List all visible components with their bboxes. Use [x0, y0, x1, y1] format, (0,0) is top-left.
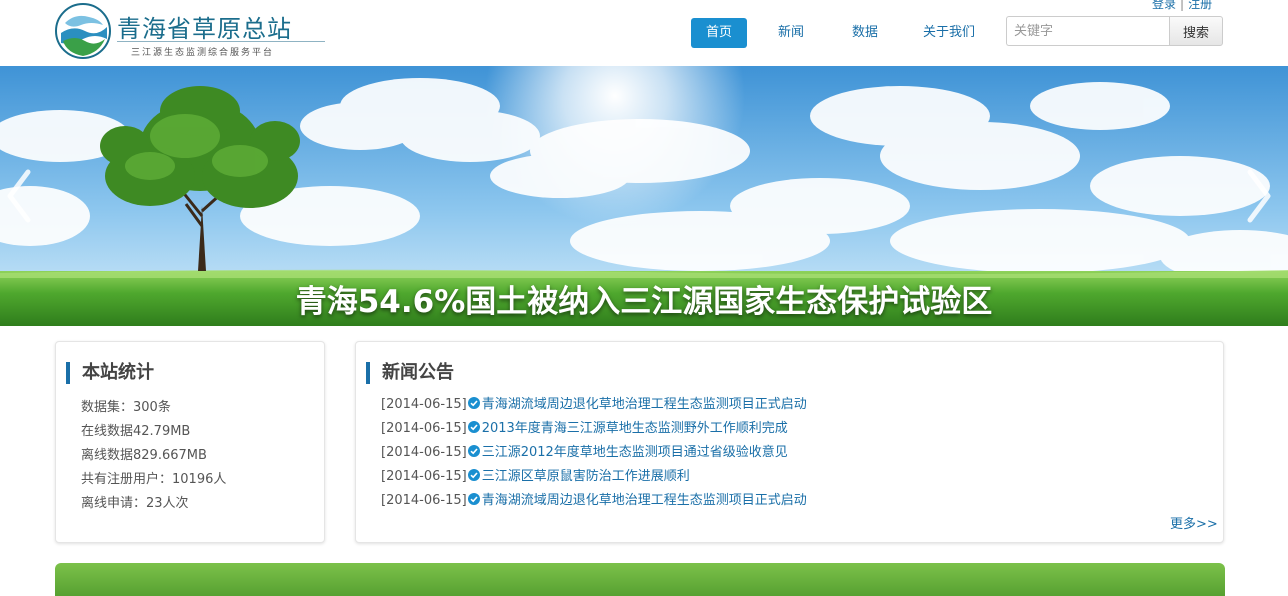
more-news-link[interactable]: 更多>> — [1170, 513, 1218, 532]
logo-subtitle: 三江源生态监测综合服务平台 — [131, 48, 275, 58]
nav-item-about[interactable]: 关于我们 — [913, 18, 985, 48]
news-list-item: [2014-06-15] 三江源2012年度草地生态监测项目通过省级验收意见 — [381, 441, 807, 465]
stat-item-datasets: 数据集：300条 — [81, 400, 171, 415]
check-circle-icon — [467, 421, 480, 433]
check-circle-icon — [467, 397, 480, 409]
search-input[interactable] — [1006, 16, 1170, 46]
stat-item-registered-users: 共有注册用户：10196人 — [81, 472, 227, 487]
news-list-item: [2014-06-15] 三江源区草原鼠害防治工作进展顺利 — [381, 465, 807, 489]
logo-title: 青海省草原总站 — [117, 15, 292, 43]
search-button[interactable]: 搜索 — [1169, 16, 1223, 46]
banner-caption[interactable]: 青海54.6%国土被纳入三江源国家生态保护试验区 — [0, 276, 1288, 321]
site-logo[interactable]: 青海省草原总站 三江源生态监测综合服务平台 — [55, 3, 330, 61]
news-date: [2014-06-15] — [381, 445, 467, 460]
check-circle-icon — [467, 493, 480, 505]
hero-carousel: 青海54.6%国土被纳入三江源国家生态保护试验区 — [0, 66, 1288, 326]
news-link[interactable]: 青海湖流域周边退化草地治理工程生态监测项目正式启动 — [482, 397, 807, 412]
login-link[interactable]: 登录 — [1152, 0, 1176, 11]
site-header: 青海省草原总站 三江源生态监测综合服务平台 登录 | 注册 首页 新闻 数据 关于我… — [0, 0, 1288, 66]
news-date: [2014-06-15] — [381, 421, 467, 436]
news-list-item: [2014-06-15] 2013年度青海三江源草地生态监测野外工作顺利完成 — [381, 417, 807, 441]
stats-panel-title: 本站统计 — [66, 362, 154, 384]
news-link[interactable]: 2013年度青海三江源草地生态监测野外工作顺利完成 — [482, 421, 788, 436]
news-list-item: [2014-06-15] 青海湖流域周边退化草地治理工程生态监测项目正式启动 — [381, 489, 807, 513]
nav-item-news[interactable]: 新闻 — [763, 18, 819, 48]
auth-links: 登录 | 注册 — [1152, 0, 1212, 12]
search-bar: 搜索 — [1006, 16, 1223, 46]
chevron-left-icon[interactable] — [2, 166, 38, 226]
logo-divider — [117, 41, 325, 42]
news-list-item: [2014-06-15] 青海湖流域周边退化草地治理工程生态监测项目正式启动 — [381, 393, 807, 417]
news-panel: 新闻公告 [2014-06-15] 青海湖流域周边退化草地治理工程生态监测项目正式… — [355, 341, 1224, 543]
nav-item-home[interactable]: 首页 — [691, 18, 747, 48]
check-circle-icon — [467, 469, 480, 481]
bottom-banner-image — [55, 563, 1225, 596]
register-link[interactable]: 注册 — [1188, 0, 1212, 11]
auth-separator: | — [1180, 0, 1185, 11]
news-link[interactable]: 三江源2012年度草地生态监测项目通过省级验收意见 — [482, 445, 788, 460]
news-link[interactable]: 三江源区草原鼠害防治工作进展顺利 — [482, 469, 690, 484]
stats-panel: 本站统计 数据集：300条 在线数据42.79MB 离线数据829.667MB … — [55, 341, 325, 543]
logo-badge-icon — [55, 3, 111, 59]
check-circle-icon — [467, 445, 480, 457]
stat-item-online-data: 在线数据42.79MB — [81, 424, 191, 439]
news-date: [2014-06-15] — [381, 493, 467, 508]
chevron-right-icon[interactable] — [1240, 166, 1276, 226]
stat-item-offline-data: 离线数据829.667MB — [81, 448, 207, 463]
news-panel-title: 新闻公告 — [366, 362, 454, 384]
news-date: [2014-06-15] — [381, 397, 467, 412]
news-date: [2014-06-15] — [381, 469, 467, 484]
stat-item-offline-requests: 离线申请：23人次 — [81, 496, 189, 511]
stats-list: 数据集：300条 在线数据42.79MB 离线数据829.667MB 共有注册用… — [81, 396, 226, 516]
news-list: [2014-06-15] 青海湖流域周边退化草地治理工程生态监测项目正式启动 [2… — [381, 393, 807, 513]
news-link[interactable]: 青海湖流域周边退化草地治理工程生态监测项目正式启动 — [482, 493, 807, 508]
nav-item-data[interactable]: 数据 — [837, 18, 893, 48]
